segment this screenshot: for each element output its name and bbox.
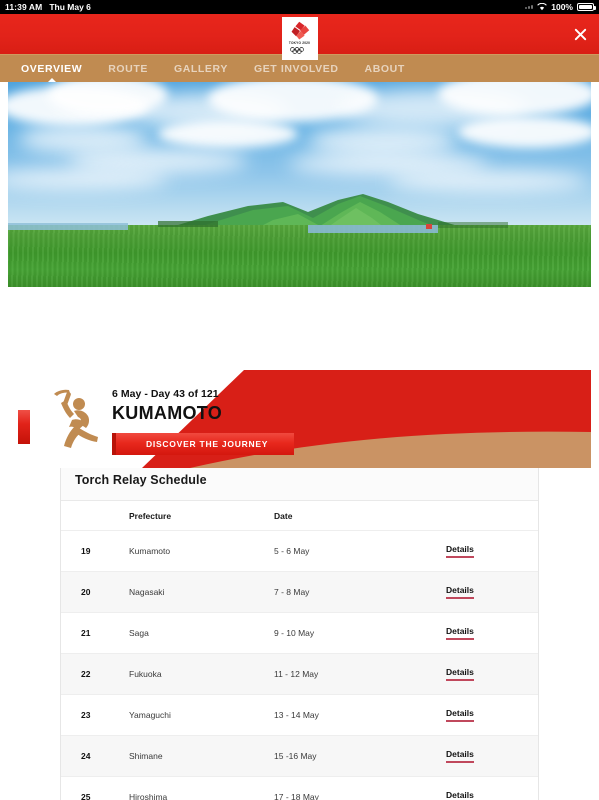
tab-about[interactable]: ABOUT	[352, 55, 418, 83]
tab-overview[interactable]: OVERVIEW	[8, 55, 95, 83]
table-header-row: Prefecture Date	[61, 501, 538, 531]
details-link[interactable]: Details	[446, 585, 474, 599]
hero-image	[8, 82, 591, 287]
details-link[interactable]: Details	[446, 626, 474, 640]
schedule-table: Prefecture Date 19 Kumamoto 5 - 6 May Detai…	[61, 501, 538, 800]
table-row: 23 Yamaguchi 13 - 14 May Details	[61, 694, 538, 736]
row-number: 24	[61, 735, 125, 777]
table-row: 22 Fukuoka 11 - 12 May Details	[61, 653, 538, 695]
close-icon[interactable]	[571, 25, 589, 43]
col-date: Date	[270, 501, 438, 531]
details-link[interactable]: Details	[446, 544, 474, 558]
table-row: 19 Kumamoto 5 - 6 May Details	[61, 530, 538, 572]
app-root: 11:39 AM Thu May 6 100% TOKYO 2020 OVERV…	[0, 0, 599, 800]
row-date: 11 - 12 May	[270, 653, 438, 695]
status-date: Thu May 6	[49, 2, 91, 12]
row-date: 7 - 8 May	[270, 571, 438, 613]
relay-day-label: 6 May - Day 43 of 121	[112, 388, 219, 400]
olympic-rings-icon	[289, 46, 304, 54]
table-row: 24 Shimane 15 -16 May Details	[61, 735, 538, 777]
row-prefecture: Saga	[125, 612, 270, 654]
tab-gallery[interactable]: GALLERY	[161, 55, 241, 83]
table-row: 20 Nagasaki 7 - 8 May Details	[61, 571, 538, 613]
row-date: 5 - 6 May	[270, 530, 438, 572]
col-number	[61, 501, 125, 531]
details-link[interactable]: Details	[446, 790, 474, 800]
row-prefecture: Yamaguchi	[125, 694, 270, 736]
status-bar-left: 11:39 AM Thu May 6	[5, 2, 91, 12]
row-date: 17 - 18 May	[270, 776, 438, 800]
table-row: 21 Saga 9 - 10 May Details	[61, 612, 538, 654]
status-bar: 11:39 AM Thu May 6 100%	[0, 0, 599, 14]
wifi-icon	[537, 3, 548, 11]
details-link[interactable]: Details	[446, 749, 474, 763]
status-time: 11:39 AM	[5, 2, 43, 12]
tab-route[interactable]: ROUTE	[95, 55, 161, 83]
table-row: 25 Hiroshima 17 - 18 May Details	[61, 776, 538, 800]
panel-title: Torch Relay Schedule	[75, 473, 207, 487]
table-head: Prefecture Date	[61, 501, 538, 531]
battery-percent-label: 100%	[551, 2, 573, 12]
row-number: 22	[61, 653, 125, 695]
logo-caption: TOKYO 2020	[288, 41, 311, 45]
app-header: TOKYO 2020	[0, 14, 599, 60]
discover-the-journey-button[interactable]: DISCOVER THE JOURNEY	[112, 433, 295, 455]
row-prefecture: Shimane	[125, 735, 270, 777]
battery-icon	[577, 3, 596, 11]
row-date: 15 -16 May	[270, 735, 438, 777]
featured-city-card: 6 May - Day 43 of 121 KUMAMOTO DISCOVER …	[30, 370, 591, 468]
torch-runner-icon	[54, 389, 98, 448]
row-number: 23	[61, 694, 125, 736]
row-prefecture: Kumamoto	[125, 530, 270, 572]
col-prefecture: Prefecture	[125, 501, 270, 531]
col-action	[438, 501, 538, 531]
olympic-emblem-icon	[291, 21, 309, 40]
row-number: 19	[61, 530, 125, 572]
row-number: 21	[61, 612, 125, 654]
row-number: 25	[61, 776, 125, 800]
table-body: 19 Kumamoto 5 - 6 May Details 20 Nagasaki 7 - …	[61, 530, 538, 800]
row-date: 13 - 14 May	[270, 694, 438, 736]
hero-section: 6 May - Day 43 of 121 KUMAMOTO DISCOVER …	[0, 82, 599, 468]
details-link[interactable]: Details	[446, 708, 474, 722]
village-strip	[8, 221, 508, 233]
row-prefecture: Hiroshima	[125, 776, 270, 800]
status-bar-right: 100%	[525, 2, 596, 12]
relay-city-name: KUMAMOTO	[112, 403, 223, 423]
row-number: 20	[61, 571, 125, 613]
row-prefecture: Nagasaki	[125, 571, 270, 613]
signal-strength-icon	[525, 5, 534, 9]
torch-relay-schedule-panel: Torch Relay Schedule Prefecture Date 19 K…	[60, 458, 539, 800]
details-link[interactable]: Details	[446, 667, 474, 681]
tokyo-2020-logo: TOKYO 2020	[281, 17, 318, 60]
card-text-block: 6 May - Day 43 of 121 KUMAMOTO DISCOVER …	[112, 388, 295, 455]
row-date: 9 - 10 May	[270, 612, 438, 654]
row-prefecture: Fukuoka	[125, 653, 270, 695]
